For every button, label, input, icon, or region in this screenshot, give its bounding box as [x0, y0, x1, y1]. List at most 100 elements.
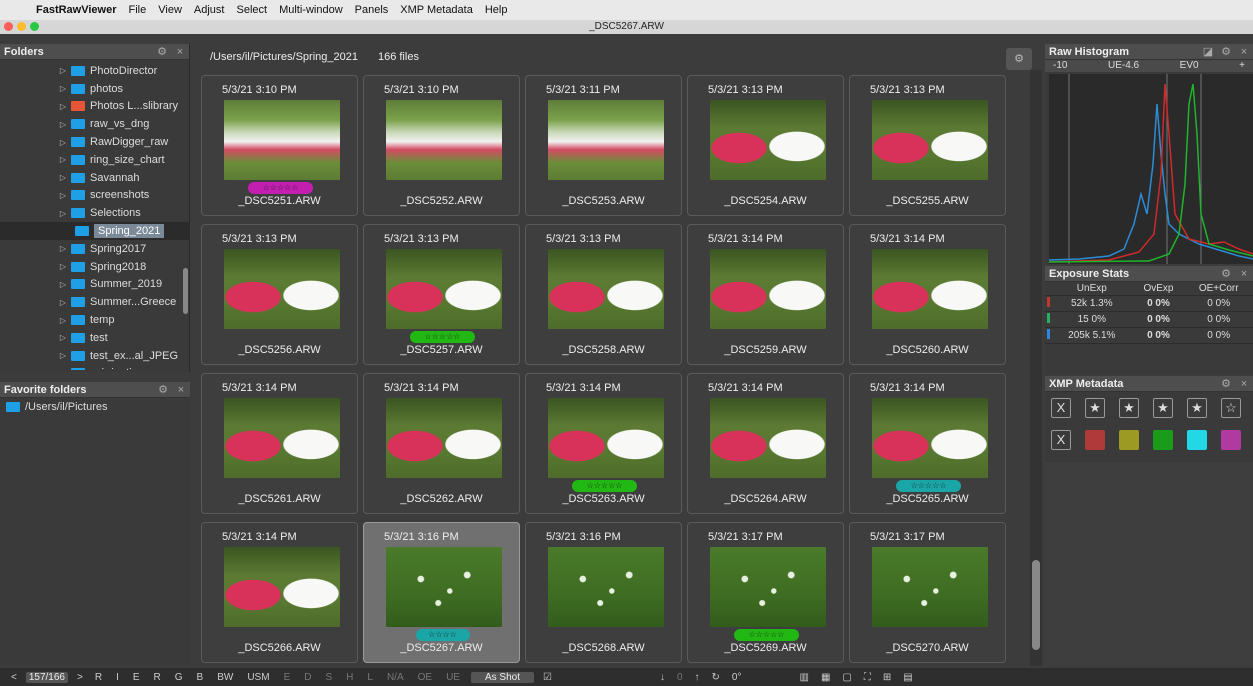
thumbnail-cell[interactable]: 5/3/21 3:17 PM ☆☆☆☆☆ _DSC5269.ARW	[687, 522, 844, 663]
expand-icon[interactable]: ▷	[58, 155, 68, 164]
folder-item[interactable]: ▷ Selections	[0, 204, 189, 222]
folder-item[interactable]: ▷ RawDigger_raw	[0, 133, 189, 151]
photo-thumbnail[interactable]	[386, 100, 502, 180]
toolbar-button[interactable]: L	[364, 672, 376, 683]
expand-icon[interactable]: ▷	[58, 191, 68, 200]
photo-thumbnail[interactable]	[548, 249, 664, 329]
thumbnail-cell[interactable]: 5/3/21 3:10 PM _DSC5252.ARW	[363, 75, 520, 216]
star-icon[interactable]: ★	[1085, 398, 1105, 418]
menu-app[interactable]: FastRawViewer	[30, 4, 123, 16]
color-label-swatch[interactable]	[1153, 430, 1173, 450]
folder-item[interactable]: ▷ raw_vs_dng	[0, 115, 189, 133]
folder-item[interactable]: ▷ Summer_2019	[0, 276, 189, 294]
photo-thumbnail[interactable]	[224, 100, 340, 180]
photo-thumbnail[interactable]	[224, 249, 340, 329]
expand-icon[interactable]: ▷	[58, 262, 68, 271]
folder-item[interactable]: ▷ PhotoDirector	[0, 62, 189, 80]
folder-item[interactable]: ▷ test_ex...al_JPEG	[0, 347, 189, 365]
photo-thumbnail[interactable]	[224, 398, 340, 478]
view-single-icon[interactable]: ▢	[839, 672, 854, 683]
rating-badge[interactable]: ☆☆☆☆☆	[248, 182, 313, 194]
rating-badge[interactable]: ☆☆☆☆☆	[896, 480, 961, 492]
prev-icon[interactable]: <	[8, 672, 20, 683]
menu-panels[interactable]: Panels	[349, 4, 395, 16]
toolbar-button[interactable]: D	[301, 672, 314, 683]
color-label-swatch[interactable]	[1085, 430, 1105, 450]
thumbnail-cell[interactable]: 5/3/21 3:13 PM _DSC5254.ARW	[687, 75, 844, 216]
color-label-swatch[interactable]	[1187, 430, 1207, 450]
rating-badge[interactable]: ☆☆☆☆☆	[572, 480, 637, 492]
photo-thumbnail[interactable]	[224, 547, 340, 627]
toolbar-button[interactable]: USM	[244, 672, 272, 683]
layout-grid-icon[interactable]: ▦	[818, 672, 833, 683]
toolbar-button[interactable]: E	[281, 672, 294, 683]
thumbnail-cell[interactable]: 5/3/21 3:14 PM _DSC5260.ARW	[849, 224, 1006, 365]
photo-thumbnail[interactable]	[872, 398, 988, 478]
thumbnail-cell[interactable]: 5/3/21 3:16 PM ☆☆☆☆ _DSC5267.ARW	[363, 522, 520, 663]
folder-item[interactable]: ▷ Photos L...slibrary	[0, 98, 189, 116]
menu-xmp-metadata[interactable]: XMP Metadata	[394, 4, 479, 16]
menu-view[interactable]: View	[152, 4, 188, 16]
thumbnail-cell[interactable]: 5/3/21 3:10 PM ☆☆☆☆☆ _DSC5251.ARW	[201, 75, 358, 216]
folder-item[interactable]: ▷ Savannah	[0, 169, 189, 187]
toolbar-button[interactable]: R	[92, 672, 105, 683]
expand-icon[interactable]: ▷	[58, 102, 68, 111]
photo-thumbnail[interactable]	[548, 398, 664, 478]
next-icon[interactable]: >	[74, 672, 86, 683]
rotation-value[interactable]: 0°	[729, 672, 745, 683]
expand-icon[interactable]: ▷	[58, 351, 68, 360]
folder-item[interactable]: ▷ test	[0, 329, 189, 347]
thumbnail-cell[interactable]: 5/3/21 3:14 PM _DSC5266.ARW	[201, 522, 358, 663]
toolbar-button[interactable]: I	[113, 672, 122, 683]
thumbnail-cell[interactable]: 5/3/21 3:13 PM _DSC5258.ARW	[525, 224, 682, 365]
toolbar-button[interactable]: R	[151, 672, 164, 683]
expand-icon[interactable]: ▷	[58, 244, 68, 253]
photo-thumbnail[interactable]	[548, 547, 664, 627]
expand-icon[interactable]: ▷	[58, 66, 68, 75]
folder-item[interactable]: ▷ Spring2018	[0, 258, 189, 276]
clear-label-button[interactable]: X	[1051, 430, 1071, 450]
thumbnail-cell[interactable]: 5/3/21 3:14 PM _DSC5261.ARW	[201, 373, 358, 514]
folder-item[interactable]: ▷ ring_size_chart	[0, 151, 189, 169]
thumbnail-cell[interactable]: 5/3/21 3:16 PM _DSC5268.ARW	[525, 522, 682, 663]
folder-item[interactable]: Spring_2021	[0, 222, 189, 240]
favorite-item[interactable]: /Users/il/Pictures	[0, 398, 190, 416]
toolbar-button[interactable]: S	[322, 672, 335, 683]
expand-icon[interactable]: ▷	[58, 138, 68, 147]
star-icon[interactable]: ★	[1119, 398, 1139, 418]
expand-icon[interactable]: ▷	[58, 298, 68, 307]
toolbar-button[interactable]: B	[194, 672, 207, 683]
star-icon[interactable]: ★	[1187, 398, 1207, 418]
folder-item[interactable]: ▷ temp	[0, 311, 189, 329]
toolbar-button[interactable]: OE	[415, 672, 435, 683]
close-icon[interactable]: ×	[172, 384, 190, 396]
expand-icon[interactable]: ▷	[58, 173, 68, 182]
thumbnail-cell[interactable]: 5/3/21 3:11 PM _DSC5253.ARW	[525, 75, 682, 216]
expand-icon[interactable]: ▷	[58, 280, 68, 289]
photo-thumbnail[interactable]	[710, 398, 826, 478]
gear-icon[interactable]: ⚙	[1217, 267, 1235, 280]
thumbnail-cell[interactable]: 5/3/21 3:14 PM _DSC5262.ARW	[363, 373, 520, 514]
thumbnail-cell[interactable]: 5/3/21 3:14 PM ☆☆☆☆☆ _DSC5265.ARW	[849, 373, 1006, 514]
up-arrow-icon[interactable]: ↑	[692, 672, 703, 683]
toolbar-button[interactable]: N/A	[384, 672, 407, 683]
photo-thumbnail[interactable]	[710, 100, 826, 180]
photo-thumbnail[interactable]	[872, 249, 988, 329]
toolbar-button[interactable]: BW	[214, 672, 236, 683]
photo-thumbnail[interactable]	[872, 547, 988, 627]
photo-thumbnail[interactable]	[386, 249, 502, 329]
expand-icon[interactable]: ▷	[58, 84, 68, 93]
rating-badge[interactable]: ☆☆☆☆☆	[734, 629, 799, 641]
expand-icon[interactable]: ▷	[58, 209, 68, 218]
expand-icon[interactable]: ▷	[58, 333, 68, 342]
thumbnail-cell[interactable]: 5/3/21 3:14 PM _DSC5259.ARW	[687, 224, 844, 365]
fullscreen-icon[interactable]: ⛶	[861, 672, 874, 683]
expand-icon[interactable]: ▷	[58, 369, 68, 370]
close-icon[interactable]: ×	[171, 46, 189, 58]
thumbnail-cell[interactable]: 5/3/21 3:17 PM _DSC5270.ARW	[849, 522, 1006, 663]
gear-icon[interactable]: ⚙	[1006, 48, 1032, 70]
exposure-value[interactable]: 0	[674, 672, 686, 683]
folder-item[interactable]: ▷ screenshots	[0, 187, 189, 205]
toolbar-button[interactable]: E	[130, 672, 143, 683]
thumbnail-cell[interactable]: 5/3/21 3:13 PM _DSC5256.ARW	[201, 224, 358, 365]
